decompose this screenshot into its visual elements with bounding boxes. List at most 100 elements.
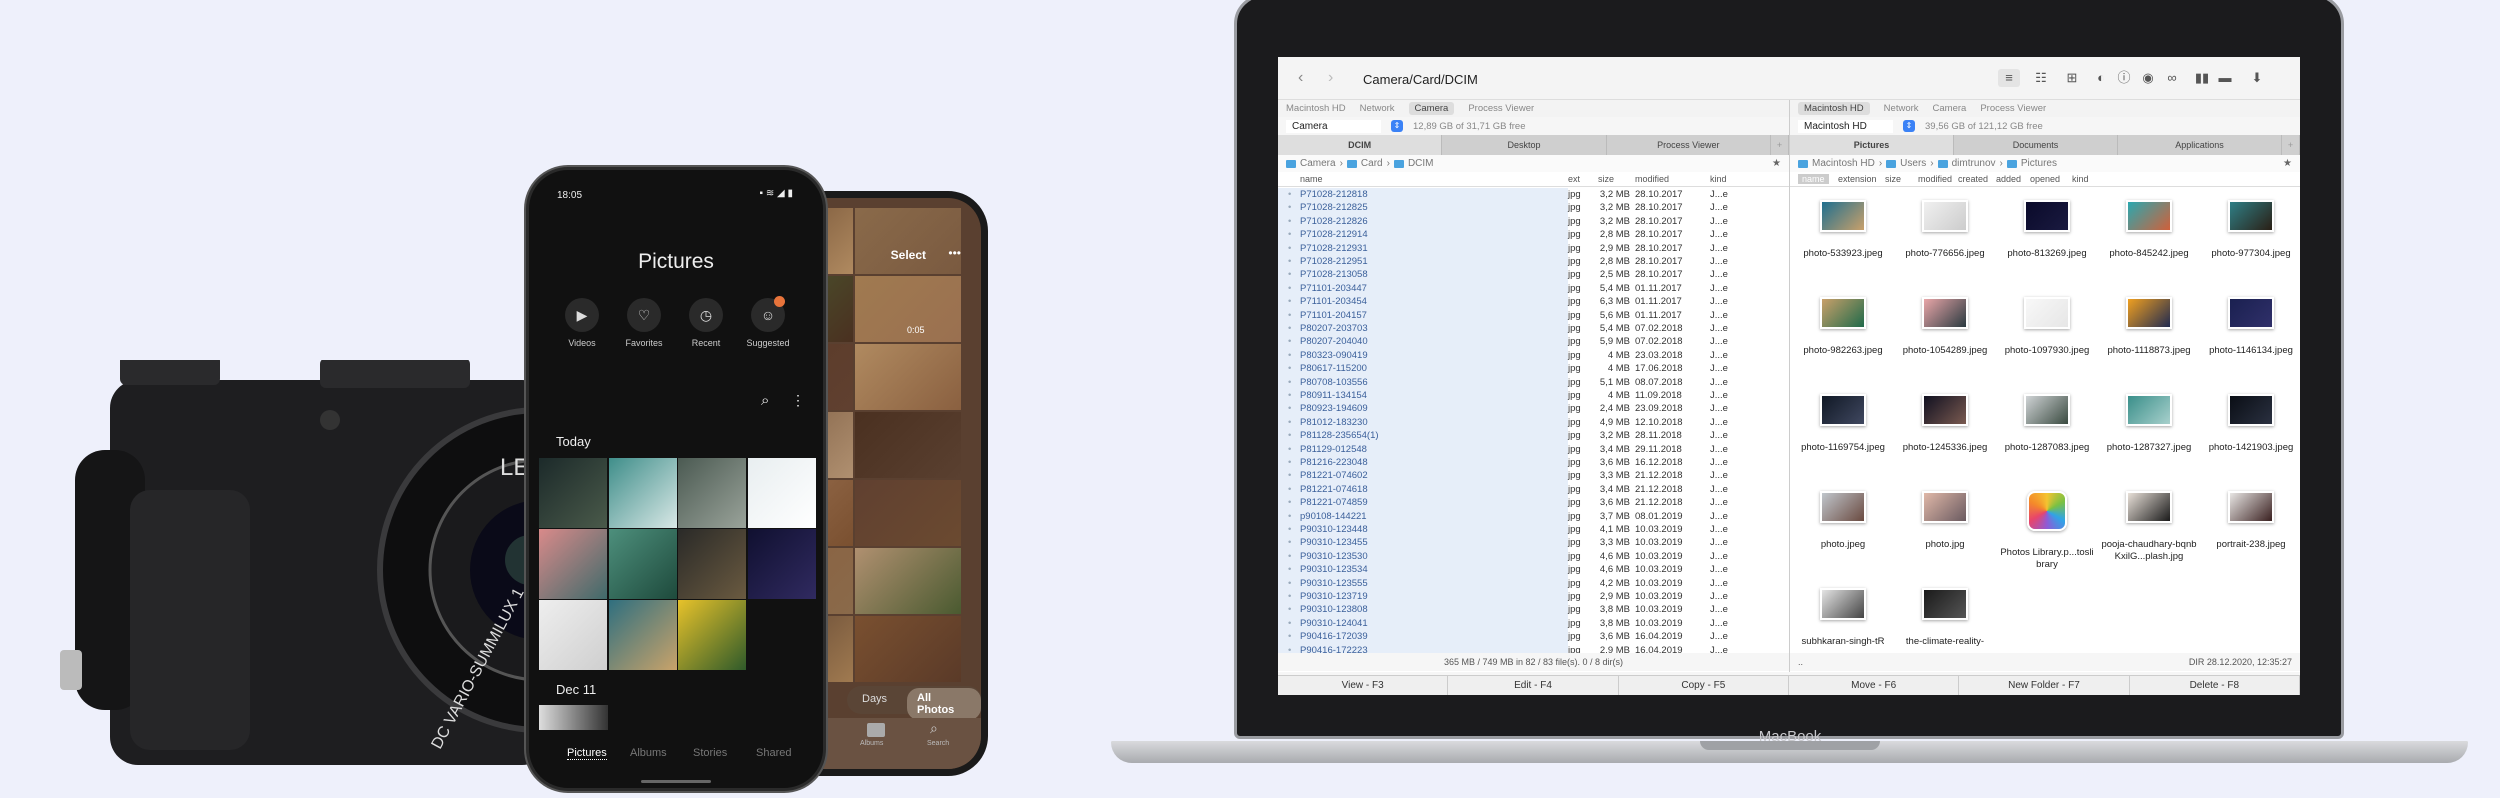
- file-row[interactable]: P80708-103556jpg 5,1 MB 08.07.2018 J...e: [1278, 375, 1789, 389]
- tab-documents[interactable]: Documents: [1954, 135, 2118, 155]
- breadcrumb-item[interactable]: Card: [1361, 158, 1383, 169]
- file-row[interactable]: P81221-074859jpg 3,6 MB 21.12.2018 J...e: [1278, 496, 1789, 510]
- fkey-button-7[interactable]: New Folder - F7: [1959, 676, 2130, 695]
- file-grid-item[interactable]: pooja-chaudhary-bqnbKxilG...plash.jpg: [2099, 491, 2199, 563]
- file-row[interactable]: P71028-212914jpg 2,8 MB 28.10.2017 J...e: [1278, 228, 1789, 242]
- breadcrumb-item[interactable]: Pictures: [2021, 158, 2057, 169]
- file-row[interactable]: P90310-123455jpg 3,3 MB 10.03.2019 J...e: [1278, 536, 1789, 550]
- file-row[interactable]: P81129-012548jpg 3,4 MB 29.11.2018 J...e: [1278, 442, 1789, 456]
- location-macintosh-hd[interactable]: Macintosh HD: [1286, 103, 1346, 114]
- column-created[interactable]: created: [1958, 174, 1988, 184]
- photo-thumbnail[interactable]: [678, 529, 746, 599]
- file-grid-item[interactable]: photo-813269.jpeg: [1997, 200, 2097, 260]
- detail-view-icon[interactable]: ☷: [2030, 69, 2052, 87]
- volume-selector-icon[interactable]: ⇕: [1903, 120, 1915, 132]
- toggle-icon[interactable]: ◐: [2090, 69, 2112, 87]
- column-name[interactable]: name: [1798, 174, 1829, 184]
- select-button[interactable]: Select: [891, 248, 926, 262]
- fkey-button-5[interactable]: Copy - F5: [1619, 676, 1789, 695]
- favorite-star-icon[interactable]: ★: [2283, 158, 2292, 169]
- more-icon[interactable]: ⋮: [791, 392, 805, 409]
- column-size[interactable]: size: [1885, 174, 1901, 184]
- file-grid-item[interactable]: photo-1118873.jpeg: [2099, 297, 2199, 357]
- file-row[interactable]: P90310-123555jpg 4,2 MB 10.03.2019 J...e: [1278, 576, 1789, 590]
- file-grid-item[interactable]: photo-1421903.jpeg: [2201, 394, 2300, 454]
- fkey-button-4[interactable]: Edit - F4: [1448, 676, 1619, 695]
- file-row[interactable]: P71028-212931jpg 2,9 MB 28.10.2017 J...e: [1278, 241, 1789, 255]
- file-row[interactable]: p90108-144221jpg 3,7 MB 08.01.2019 J...e: [1278, 509, 1789, 523]
- file-row[interactable]: P71101-204157jpg 5,6 MB 01.11.2017 J...e: [1278, 308, 1789, 322]
- photo-thumbnail[interactable]: [855, 616, 961, 682]
- fkey-button-6[interactable]: Move - F6: [1789, 676, 1960, 695]
- photo-thumbnail[interactable]: [747, 458, 816, 528]
- file-row[interactable]: P80911-134154jpg 4 MB 11.09.2018 J...e: [1278, 389, 1789, 403]
- column-ext[interactable]: ext: [1568, 174, 1580, 184]
- file-row[interactable]: P80923-194609jpg 2,4 MB 23.09.2018 J...e: [1278, 402, 1789, 416]
- file-grid-item[interactable]: photo-845242.jpeg: [2099, 200, 2199, 260]
- search-tab[interactable]: Search: [927, 740, 949, 747]
- column-name[interactable]: name: [1300, 174, 1323, 184]
- grid-view-icon[interactable]: ⊞: [2061, 69, 2083, 87]
- file-row[interactable]: P71028-212818jpg 3,2 MB 28.10.2017 J...e: [1278, 188, 1789, 202]
- list-view-icon[interactable]: ≡: [1998, 69, 2020, 87]
- nav-tab-albums[interactable]: Albums: [630, 747, 667, 759]
- file-row[interactable]: P90310-123719jpg 2,9 MB 10.03.2019 J...e: [1278, 590, 1789, 604]
- split-panes-icon[interactable]: ▮▮: [2191, 69, 2213, 87]
- location-process-viewer[interactable]: Process Viewer: [1468, 103, 1534, 114]
- file-row[interactable]: P71101-203447jpg 5,4 MB 01.11.2017 J...e: [1278, 281, 1789, 296]
- fkey-button-8[interactable]: Delete - F8: [2130, 676, 2300, 695]
- location-camera[interactable]: Camera: [1408, 102, 1455, 115]
- file-row[interactable]: P90310-123534jpg 4,6 MB 10.03.2019 J...e: [1278, 563, 1789, 577]
- heart-icon[interactable]: ♡: [627, 298, 661, 332]
- location-network[interactable]: Network: [1884, 103, 1919, 114]
- file-grid-item[interactable]: photo-1287083.jpeg: [1997, 394, 2097, 454]
- photo-thumbnail[interactable]: [855, 208, 961, 274]
- file-row[interactable]: P81128-235654(1)jpg 3,2 MB 28.11.2018 J...e: [1278, 429, 1789, 443]
- photo-thumbnail[interactable]: [678, 458, 746, 528]
- tab-pictures[interactable]: Pictures: [1790, 135, 1954, 155]
- favorite-star-icon[interactable]: ★: [1772, 158, 1781, 169]
- file-row[interactable]: P81221-074618jpg 3,4 MB 21.12.2018 J...e: [1278, 482, 1789, 497]
- file-grid-item[interactable]: photo-977304.jpeg: [2201, 200, 2300, 260]
- file-row[interactable]: P81012-183230jpg 4,9 MB 12.10.2018 J...e: [1278, 415, 1789, 430]
- breadcrumb-item[interactable]: Macintosh HD: [1812, 158, 1875, 169]
- days-tab[interactable]: Days: [862, 693, 887, 705]
- tab-process-viewer[interactable]: Process Viewer: [1607, 135, 1771, 155]
- file-row[interactable]: P71028-213058jpg 2,5 MB 28.10.2017 J...e: [1278, 268, 1789, 282]
- file-grid-item[interactable]: photo-1097930.jpeg: [1997, 297, 2097, 357]
- file-row[interactable]: P90310-123530jpg 4,6 MB 10.03.2019 J...e: [1278, 549, 1789, 564]
- column-modified[interactable]: modified: [1918, 174, 1952, 184]
- column-extension[interactable]: extension: [1838, 174, 1877, 184]
- nav-tab-stories[interactable]: Stories: [693, 747, 727, 759]
- file-row[interactable]: P90416-172039jpg 3,6 MB 16.04.2019 J...e: [1278, 630, 1789, 644]
- photo-thumbnail[interactable]: [539, 705, 608, 730]
- photo-thumbnail[interactable]: [539, 600, 607, 670]
- file-row[interactable]: P80207-204040jpg 5,9 MB 07.02.2018 J...e: [1278, 335, 1789, 349]
- albums-tab[interactable]: Albums: [860, 740, 883, 747]
- file-grid-item[interactable]: photo-1146134.jpeg: [2201, 297, 2300, 357]
- photo-thumbnail[interactable]: [608, 458, 677, 528]
- file-row[interactable]: P71028-212951jpg 2,8 MB 28.10.2017 J...e: [1278, 255, 1789, 269]
- fkey-button-3[interactable]: View - F3: [1278, 676, 1449, 695]
- file-grid-item[interactable]: subhkaran-singh-tR: [1793, 588, 1893, 648]
- column-kind[interactable]: kind: [2072, 174, 2089, 184]
- file-grid-item[interactable]: photo-1287327.jpeg: [2099, 394, 2199, 454]
- forward-button[interactable]: ›: [1328, 69, 1333, 87]
- location-camera[interactable]: Camera: [1933, 103, 1967, 114]
- column-added[interactable]: added: [1996, 174, 2021, 184]
- file-row[interactable]: P80207-203703jpg 5,4 MB 07.02.2018 J...e: [1278, 322, 1789, 336]
- nav-tab-pictures[interactable]: Pictures: [567, 747, 607, 760]
- nav-tab-shared[interactable]: Shared: [756, 747, 791, 759]
- more-icon[interactable]: •••: [948, 246, 961, 260]
- file-grid-item[interactable]: photo-1169754.jpeg: [1793, 394, 1893, 454]
- photo-thumbnail[interactable]: [678, 600, 746, 670]
- file-grid-item[interactable]: photo-1245336.jpeg: [1895, 394, 1995, 454]
- tab-desktop[interactable]: Desktop: [1442, 135, 1607, 155]
- photo-thumbnail[interactable]: [855, 412, 961, 478]
- breadcrumb-item[interactable]: Camera: [1300, 158, 1336, 169]
- file-grid-item[interactable]: photo-982263.jpeg: [1793, 297, 1893, 357]
- binoculars-icon[interactable]: ∞: [2161, 69, 2183, 87]
- photo-thumbnail[interactable]: [608, 529, 677, 599]
- column-modified[interactable]: modified: [1635, 174, 1669, 184]
- file-row[interactable]: P71028-212826jpg 3,2 MB 28.10.2017 J...e: [1278, 214, 1789, 229]
